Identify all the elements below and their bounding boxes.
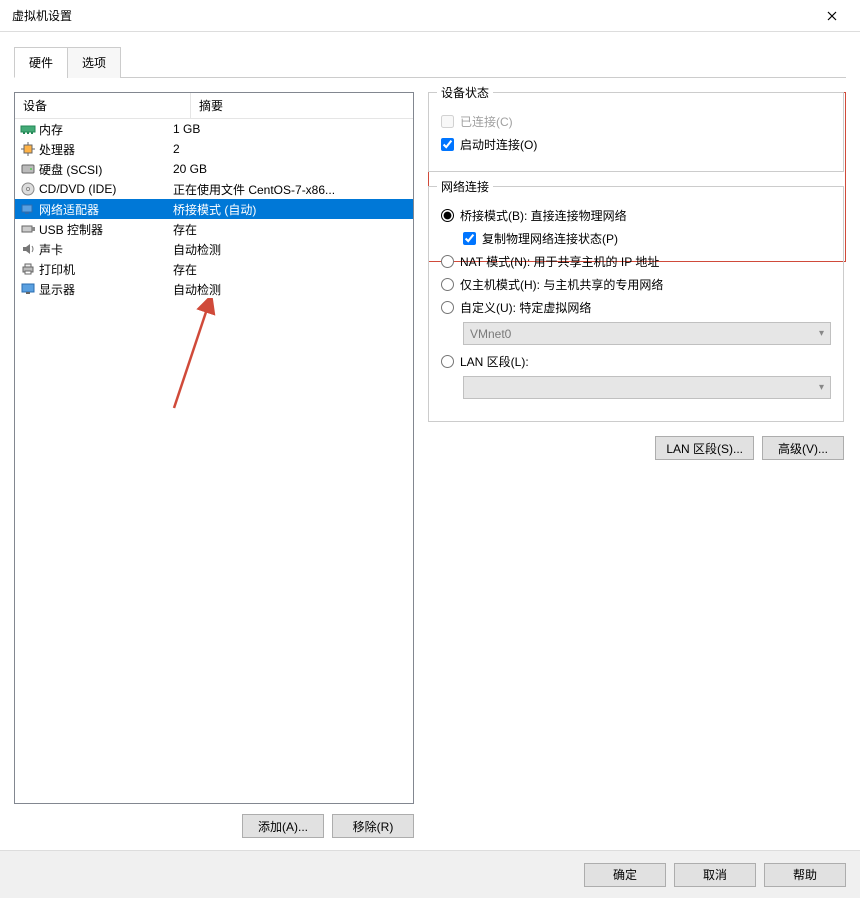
help-button[interactable]: 帮助 (764, 863, 846, 887)
device-name: CD/DVD (IDE) (39, 182, 116, 196)
device-summary: 20 GB (173, 162, 409, 176)
device-row[interactable]: 硬盘 (SCSI) 20 GB (15, 159, 413, 179)
hostonly-label: 仅主机模式(H): 与主机共享的专用网络 (460, 276, 663, 293)
cpu-icon (19, 141, 37, 157)
device-summary: 正在使用文件 CentOS-7-x86... (173, 181, 409, 198)
remove-button[interactable]: 移除(R) (332, 814, 414, 838)
device-row[interactable]: USB 控制器 存在 (15, 219, 413, 239)
device-row[interactable]: 显示器 自动检测 (15, 279, 413, 299)
custom-vmnet-value: VMnet0 (470, 327, 511, 341)
device-state-title: 设备状态 (437, 84, 493, 101)
device-summary: 1 GB (173, 122, 409, 136)
cd-icon (19, 181, 37, 197)
device-name: 声卡 (39, 241, 63, 258)
device-row[interactable]: 打印机 存在 (15, 259, 413, 279)
device-row[interactable]: 声卡 自动检测 (15, 239, 413, 259)
lan-segment-select: ▾ (463, 376, 831, 399)
add-button[interactable]: 添加(A)... (242, 814, 324, 838)
cancel-button[interactable]: 取消 (674, 863, 756, 887)
custom-vmnet-select: VMnet0 ▾ (463, 322, 831, 345)
tab-bar: 硬件 选项 (14, 46, 846, 78)
memory-icon (19, 121, 37, 137)
ok-button[interactable]: 确定 (584, 863, 666, 887)
bridged-radio[interactable]: 桥接模式(B): 直接连接物理网络 (441, 207, 831, 224)
device-summary: 存在 (173, 261, 409, 278)
lan-segments-button[interactable]: LAN 区段(S)... (655, 436, 754, 460)
nat-radio[interactable]: NAT 模式(N): 用于共享主机的 IP 地址 (441, 253, 831, 270)
device-name: 内存 (39, 121, 63, 138)
device-name: 网络适配器 (39, 201, 99, 218)
connected-label: 已连接(C) (460, 113, 513, 130)
device-row[interactable]: 处理器 2 (15, 139, 413, 159)
tab-options[interactable]: 选项 (67, 47, 121, 78)
device-state-group: 设备状态 已连接(C) 启动时连接(O) (428, 92, 844, 172)
device-name: USB 控制器 (39, 221, 103, 238)
chevron-down-icon: ▾ (819, 328, 824, 339)
sound-icon (19, 241, 37, 257)
header-summary: 摘要 (191, 93, 413, 118)
device-list[interactable]: 设备 摘要 内存 1 GB 处理器 2 硬盘 (SCSI) 20 GB CD/DVD (ID… (14, 92, 414, 804)
device-list-header: 设备 摘要 (15, 93, 413, 119)
network-icon (19, 201, 37, 217)
device-name: 打印机 (39, 261, 75, 278)
device-summary: 自动检测 (173, 281, 409, 298)
custom-label: 自定义(U): 特定虚拟网络 (460, 299, 591, 316)
disk-icon (19, 161, 37, 177)
device-summary: 2 (173, 142, 409, 156)
replicate-label: 复制物理网络连接状态(P) (482, 230, 618, 247)
network-connection-title: 网络连接 (437, 178, 493, 195)
tab-hardware[interactable]: 硬件 (14, 47, 68, 78)
chevron-down-icon: ▾ (819, 382, 824, 393)
device-summary: 桥接模式 (自动) (173, 201, 409, 218)
usb-icon (19, 221, 37, 237)
replicate-checkbox[interactable]: 复制物理网络连接状态(P) (463, 230, 831, 247)
lan-segment-radio[interactable]: LAN 区段(L): (441, 353, 831, 370)
bridged-label: 桥接模式(B): 直接连接物理网络 (460, 207, 627, 224)
close-icon[interactable] (812, 2, 852, 30)
device-summary: 存在 (173, 221, 409, 238)
connect-at-start-label: 启动时连接(O) (460, 136, 537, 153)
device-name: 显示器 (39, 281, 75, 298)
lan-segment-label: LAN 区段(L): (460, 353, 529, 370)
connected-checkbox: 已连接(C) (441, 113, 831, 130)
custom-radio[interactable]: 自定义(U): 特定虚拟网络 (441, 299, 831, 316)
header-device: 设备 (15, 93, 191, 118)
printer-icon (19, 261, 37, 277)
device-name: 处理器 (39, 141, 75, 158)
connect-at-start-checkbox[interactable]: 启动时连接(O) (441, 136, 831, 153)
advanced-button[interactable]: 高级(V)... (762, 436, 844, 460)
display-icon (19, 281, 37, 297)
device-summary: 自动检测 (173, 241, 409, 258)
network-connection-group: 网络连接 桥接模式(B): 直接连接物理网络 复制物理网络连接状态(P) NAT… (428, 186, 844, 422)
device-name: 硬盘 (SCSI) (39, 161, 102, 178)
device-row[interactable]: 内存 1 GB (15, 119, 413, 139)
nat-label: NAT 模式(N): 用于共享主机的 IP 地址 (460, 253, 659, 270)
window-title: 虚拟机设置 (12, 7, 812, 24)
device-row[interactable]: CD/DVD (IDE) 正在使用文件 CentOS-7-x86... (15, 179, 413, 199)
device-row[interactable]: 网络适配器 桥接模式 (自动) (15, 199, 413, 219)
hostonly-radio[interactable]: 仅主机模式(H): 与主机共享的专用网络 (441, 276, 831, 293)
